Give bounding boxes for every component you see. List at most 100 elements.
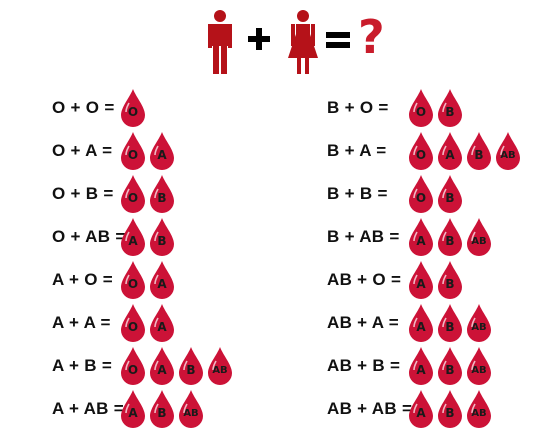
parent-combination-label: B + B = (327, 184, 388, 203)
parent-combination-label: AB + O = (327, 270, 402, 289)
blood-drop-icon: A (149, 303, 175, 343)
header: ? (0, 0, 546, 80)
blood-drop-icon: B (437, 260, 463, 300)
blood-type-letter: B (157, 234, 167, 248)
blood-drop-icon: B (178, 346, 204, 386)
blood-drop-icon: B (437, 217, 463, 257)
blood-drop-icon: AB (466, 303, 492, 343)
blood-type-letter: B (186, 363, 196, 377)
blood-type-letter: B (445, 320, 455, 334)
blood-type-letter: A (416, 320, 426, 334)
blood-drop-icon: O (120, 131, 146, 171)
equals-icon (326, 32, 350, 48)
blood-drop-icon: A (149, 131, 175, 171)
blood-drop-icon: A (120, 389, 146, 429)
blood-drop-icon: A (408, 389, 434, 429)
blood-type-letter: AB (500, 150, 516, 161)
blood-drop-icon: O (120, 346, 146, 386)
blood-drop-icon: B (437, 346, 463, 386)
blood-drop-icon: O (120, 260, 146, 300)
blood-type-letter: AB (471, 322, 487, 333)
parent-combination-label: O + O = (52, 98, 115, 117)
blood-type-letter: A (445, 148, 455, 162)
blood-drop-icon: AB (466, 217, 492, 257)
blood-type-letter: B (445, 191, 455, 205)
blood-type-letter: O (127, 320, 139, 334)
blood-type-letter: A (128, 406, 138, 420)
blood-type-letter: O (127, 191, 139, 205)
blood-drop-icon: B (149, 174, 175, 214)
female-figure-icon (288, 10, 318, 74)
blood-type-letter: B (157, 191, 167, 205)
blood-type-letter: AB (471, 236, 487, 247)
blood-type-letter: B (445, 105, 455, 119)
blood-drop-icon: O (120, 303, 146, 343)
male-figure-icon (208, 10, 232, 74)
blood-drop-icon: B (466, 131, 492, 171)
blood-drop-icon: B (149, 389, 175, 429)
blood-drop-icon: B (437, 303, 463, 343)
blood-drop-icon: O (408, 88, 434, 128)
blood-drop-icon: A (437, 131, 463, 171)
parent-combination-label: B + AB = (327, 227, 400, 246)
parent-combination-label: A + AB = (52, 399, 124, 418)
blood-type-letter: A (157, 320, 167, 334)
blood-drop-icon: A (408, 303, 434, 343)
blood-type-letter: AB (183, 408, 199, 419)
parent-combination-label: A + B = (52, 356, 113, 375)
parent-combination-label: B + A = (327, 141, 387, 160)
parent-combination-label: A + O = (52, 270, 113, 289)
blood-type-letter: A (157, 363, 167, 377)
blood-drop-icon: B (437, 174, 463, 214)
blood-drop-icon: O (408, 131, 434, 171)
blood-drop-icon: O (120, 88, 146, 128)
blood-type-letter: A (416, 234, 426, 248)
blood-drop-icon: AB (178, 389, 204, 429)
blood-type-letter: O (415, 105, 427, 119)
plus-icon (248, 28, 270, 50)
blood-type-letter: B (445, 234, 455, 248)
blood-type-letter: O (415, 191, 427, 205)
question-mark: ? (358, 10, 385, 64)
blood-type-letter: AB (212, 365, 228, 376)
blood-drop-icon: B (149, 217, 175, 257)
blood-drop-icon: AB (466, 389, 492, 429)
parent-combination-label: O + B = (52, 184, 114, 203)
blood-type-letter: B (445, 363, 455, 377)
blood-type-letter: AB (471, 365, 487, 376)
parent-combination-label: AB + AB = (327, 399, 413, 418)
blood-type-letter: O (127, 363, 139, 377)
blood-type-letter: O (415, 148, 427, 162)
parent-combination-label: O + A = (52, 141, 113, 160)
parent-combination-label: AB + A = (327, 313, 399, 332)
parent-combination-label: AB + B = (327, 356, 401, 375)
blood-drop-icon: AB (466, 346, 492, 386)
blood-drop-icon: B (437, 389, 463, 429)
blood-type-letter: A (416, 363, 426, 377)
blood-type-letter: B (445, 277, 455, 291)
blood-drop-icon: AB (495, 131, 521, 171)
blood-drop-icon: A (408, 260, 434, 300)
blood-drop-icon: A (149, 260, 175, 300)
blood-type-letter: O (127, 105, 139, 119)
blood-type-letter: B (474, 148, 484, 162)
blood-drop-icon: B (437, 88, 463, 128)
parent-combination-label: O + AB = (52, 227, 126, 246)
blood-type-letter: O (127, 148, 139, 162)
blood-type-letter: A (128, 234, 138, 248)
blood-drop-icon: A (149, 346, 175, 386)
blood-drop-icon: AB (207, 346, 233, 386)
blood-type-letter: A (157, 277, 167, 291)
parent-combination-label: A + A = (52, 313, 111, 332)
parent-combination-label: B + O = (327, 98, 389, 117)
blood-drop-icon: O (408, 174, 434, 214)
blood-drop-icon: O (120, 174, 146, 214)
blood-type-letter: A (416, 277, 426, 291)
blood-type-letter: O (127, 277, 139, 291)
blood-type-letter: A (157, 148, 167, 162)
blood-drop-icon: A (408, 346, 434, 386)
blood-type-letter: B (445, 406, 455, 420)
blood-type-letter: B (157, 406, 167, 420)
blood-drop-icon: A (408, 217, 434, 257)
blood-type-letter: A (416, 406, 426, 420)
